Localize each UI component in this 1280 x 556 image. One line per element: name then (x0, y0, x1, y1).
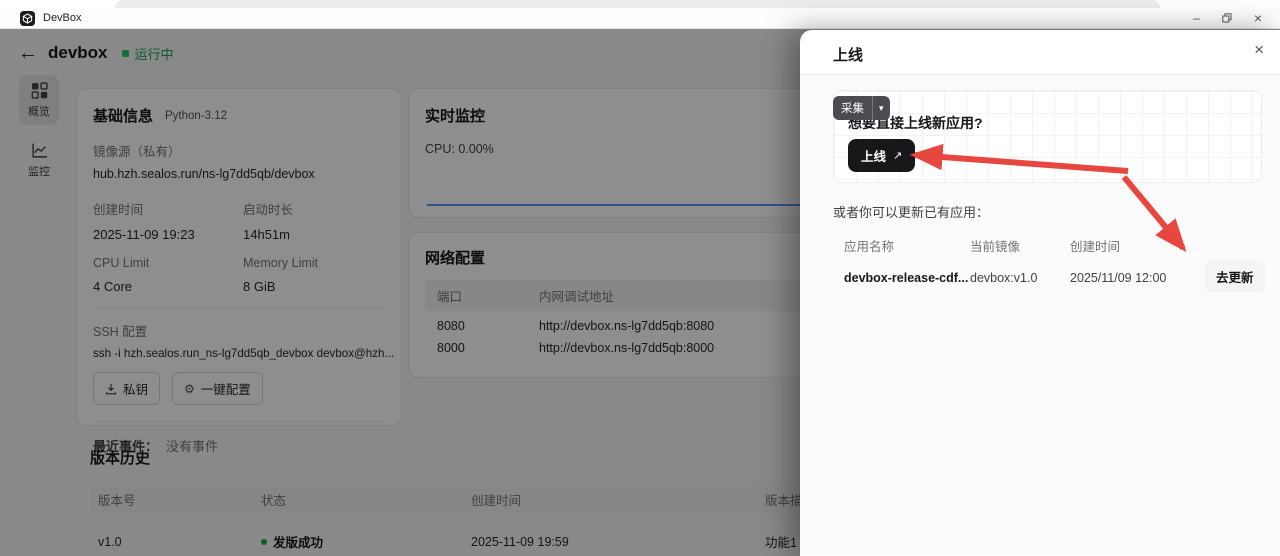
sidebar-item-monitor[interactable]: 监控 (19, 135, 59, 185)
memory-limit-value: 8 GiB (243, 279, 276, 294)
private-key-label: 私钥 (123, 383, 149, 397)
one-click-config-label: 一键配置 (200, 383, 251, 397)
drawer-body: 采集 ▾ 想要直接上线新应用? 上线 ↗ 或者你可以更新已有应用： 应用名称 当… (800, 75, 1280, 555)
app-name-value: devbox-release-cdf... (844, 271, 969, 285)
titlebar: DevBox – × (0, 8, 1280, 29)
top-strip-band (115, 0, 1160, 8)
page-header: ← devbox 运行中 (18, 43, 174, 63)
gear-icon: ⚙ (184, 381, 195, 396)
divider (93, 421, 385, 422)
release-status-text: 发版成功 (273, 536, 324, 550)
close-icon[interactable]: × (1254, 41, 1264, 58)
ssh-command: ssh -i hzh.sealos.run_ns-lg7dd5qb_devbox… (93, 347, 395, 360)
status-text: 运行中 (134, 46, 174, 62)
memory-limit-label: Memory Limit (243, 256, 319, 270)
close-window-button[interactable]: × (1254, 11, 1262, 25)
download-icon (105, 383, 117, 394)
update-existing-hint: 或者你可以更新已有应用： (833, 205, 990, 220)
private-key-button[interactable]: 私钥 (93, 372, 161, 405)
success-dot-icon (261, 538, 267, 545)
external-link-icon: ↗ (893, 150, 903, 162)
table-row: devbox-release-cdf... devbox:v1.0 2025/1… (800, 261, 1265, 295)
collect-label: 采集 (841, 103, 864, 115)
image-source-value: hub.hzh.sealos.run/ns-lg7dd5qb/devbox (93, 167, 315, 181)
window-title: DevBox (43, 12, 82, 24)
window-controls: – × (1193, 11, 1270, 25)
uptime-label: 启动时长 (243, 203, 294, 217)
image-column-header: 当前镜像 (970, 240, 1021, 254)
cpu-limit-value: 4 Core (93, 279, 133, 294)
sidebar: 概览 监控 (0, 75, 64, 555)
page-title: devbox (48, 43, 108, 62)
description-text: 功能1 (765, 536, 797, 550)
release-status: 发版成功 (261, 532, 471, 551)
restore-button[interactable] (1222, 13, 1232, 23)
runtime-tag: Python-3.12 (165, 109, 228, 122)
app-image-value: devbox:v1.0 (970, 271, 1038, 285)
version-history-title: 版本历史 (90, 450, 151, 467)
created-value: 2025-11-09 19:23 (93, 227, 195, 242)
basic-info-title: 基础信息 (93, 108, 154, 125)
created-column-header: 创建时间 (1070, 240, 1121, 254)
sidebar-item-overview[interactable]: 概览 (19, 75, 59, 125)
running-status-dot-icon (121, 49, 129, 57)
go-online-drawer: 上线 × 采集 ▾ 想要直接上线新应用? 上线 ↗ 或者你可以更新已有应用： 应… (800, 30, 1280, 556)
top-strip (0, 0, 1280, 8)
version-value: v1.0 (98, 534, 122, 549)
collect-dropdown-button[interactable]: 采集 ▾ (833, 96, 890, 120)
drawer-header: 上线 × (800, 30, 1280, 75)
chevron-down-icon: ▾ (872, 96, 890, 120)
go-online-label: 上线 (861, 150, 887, 164)
grid-icon (31, 82, 48, 99)
cpu-limit-label: CPU Limit (93, 256, 150, 270)
image-source-label: 镜像源（私有） (93, 145, 181, 159)
port-column-header: 端口 (437, 290, 463, 304)
ssh-config-label: SSH 配置 (93, 325, 148, 339)
basic-info-card: 基础信息 Python-3.12 镜像源（私有） hub.hzh.sealos.… (76, 88, 402, 454)
sidebar-item-label: 概览 (28, 106, 50, 118)
version-created-value: 2025-11-09 19:59 (471, 534, 569, 549)
minimize-button[interactable]: – (1193, 12, 1200, 24)
app-name-column-header: 应用名称 (844, 240, 895, 254)
restore-icon (1222, 13, 1232, 23)
status-column-header: 状态 (261, 494, 287, 508)
sidebar-item-label: 监控 (28, 166, 50, 178)
app-table-header: 应用名称 当前镜像 创建时间 (800, 236, 1265, 255)
uptime-value: 14h51m (243, 227, 290, 242)
devbox-logo-icon (20, 10, 35, 26)
port-value: 8000 (437, 341, 465, 355)
go-online-button[interactable]: 上线 ↗ (848, 139, 916, 172)
status-badge: 运行中 (121, 44, 174, 63)
go-update-button[interactable]: 去更新 (1205, 261, 1265, 292)
drawer-title: 上线 (833, 47, 864, 64)
one-click-config-button[interactable]: ⚙ 一键配置 (172, 372, 263, 405)
back-button[interactable]: ← (18, 43, 38, 63)
devbox-app-window: DevBox – × ← devbox 运行中 概览 监控 基础信息 Pytho… (0, 0, 1280, 556)
port-value: 8080 (437, 319, 465, 333)
recent-events-value: 没有事件 (166, 439, 219, 454)
chart-icon (31, 143, 47, 158)
version-column-header: 版本号 (98, 494, 136, 508)
created-label: 创建时间 (93, 203, 144, 217)
divider (93, 308, 385, 309)
created-column-header: 创建时间 (471, 494, 522, 508)
